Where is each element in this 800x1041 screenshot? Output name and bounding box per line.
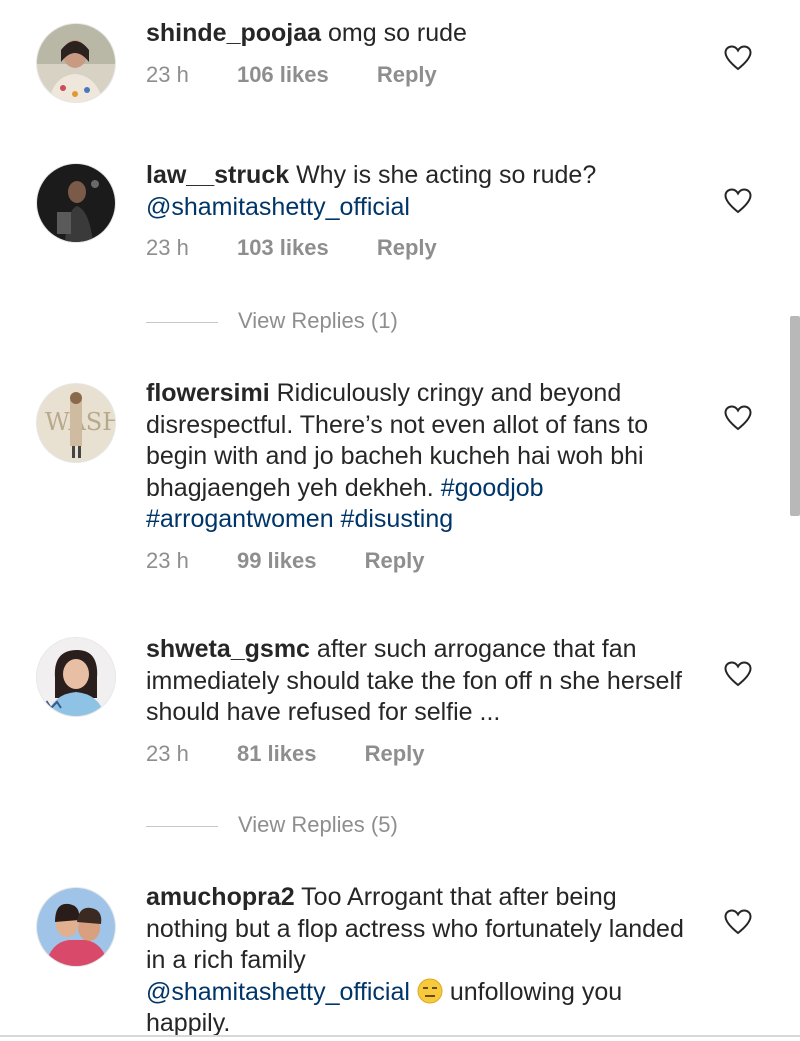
scrollbar[interactable] (790, 316, 800, 516)
divider (146, 825, 218, 827)
view-replies-label: View Replies (5) (238, 812, 398, 837)
avatar[interactable]: WASH (37, 384, 115, 462)
username[interactable]: amuchopra2 (146, 883, 295, 911)
heart-icon[interactable] (724, 661, 752, 687)
likes-count[interactable]: 103 likes (237, 233, 329, 263)
comment-text: shweta_gsmc after such arrogance that fa… (146, 634, 686, 729)
view-replies-button[interactable]: View Replies (5) (146, 810, 398, 840)
reply-button[interactable]: Reply (365, 739, 425, 769)
comment-text: flowersimi Ridiculously cringy and beyon… (146, 378, 686, 536)
comment-meta: 23 h 103 likes Reply (146, 233, 686, 263)
username[interactable]: flowersimi (146, 379, 270, 407)
username[interactable]: shweta_gsmc (146, 635, 310, 663)
divider (146, 321, 218, 323)
comment-meta: 23 h 106 likes Reply (146, 60, 686, 90)
likes-count[interactable]: 99 likes (237, 546, 317, 576)
reply-button[interactable]: Reply (377, 60, 437, 90)
timestamp: 23 h (146, 740, 189, 766)
expressionless-face-emoji (417, 978, 443, 1004)
view-replies-label: View Replies (1) (238, 308, 398, 333)
avatar[interactable] (37, 164, 115, 242)
timestamp: 23 h (146, 235, 189, 260)
comment-meta: 23 h 99 likes Reply (146, 546, 686, 576)
mention-link[interactable]: @shamitashetty_official (146, 978, 410, 1006)
heart-icon[interactable] (724, 188, 752, 214)
divider (0, 1035, 800, 1037)
reply-button[interactable]: Reply (377, 233, 437, 263)
mention-link[interactable]: @shamitashetty_official (146, 193, 410, 221)
heart-icon[interactable] (724, 909, 752, 935)
timestamp: 23 h (146, 61, 189, 87)
heart-icon[interactable] (724, 405, 752, 431)
heart-icon[interactable] (724, 45, 752, 71)
comment-text: amuchopra2 Too Arrogant that after being… (146, 882, 686, 1040)
avatar[interactable] (37, 24, 115, 102)
view-replies-button[interactable]: View Replies (1) (146, 306, 398, 336)
avatar[interactable] (37, 888, 115, 966)
likes-count[interactable]: 106 likes (237, 60, 329, 90)
username[interactable]: shinde_poojaa (146, 19, 321, 47)
timestamp: 23 h (146, 547, 189, 573)
username[interactable]: law__struck (146, 161, 289, 189)
avatar[interactable] (37, 638, 115, 716)
comment-body: Why is she acting so rude? (289, 161, 597, 189)
comment-text: shinde_poojaa omg so rude (146, 18, 686, 50)
comment-meta: 23 h 81 likes Reply (146, 739, 686, 769)
comment-body: omg so rude (321, 19, 467, 47)
likes-count[interactable]: 81 likes (237, 739, 317, 769)
reply-button[interactable]: Reply (365, 546, 425, 576)
comment-text: law__struck Why is she acting so rude? @s… (146, 160, 686, 223)
